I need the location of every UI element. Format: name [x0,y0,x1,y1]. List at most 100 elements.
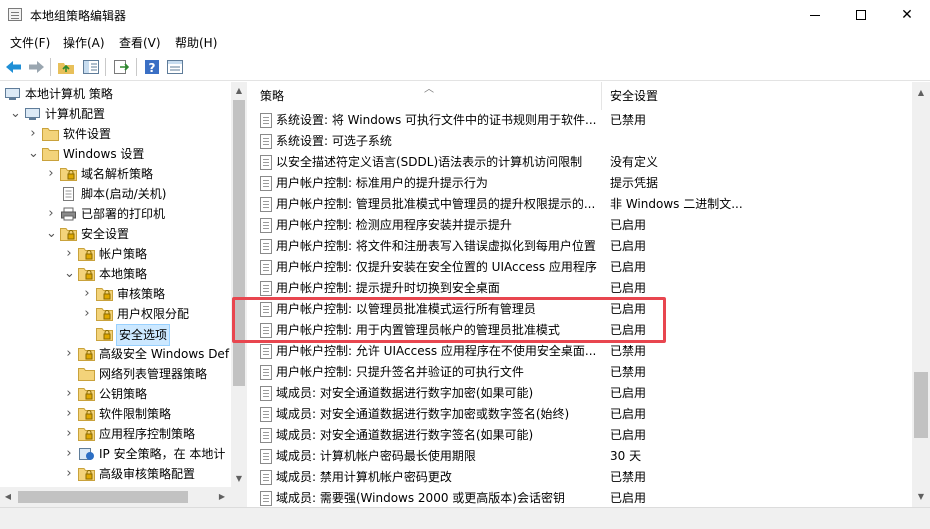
tree-item[interactable]: › IP 安全策略，在 本地计 [64,444,240,464]
policy-row[interactable]: 用户帐户控制: 管理员批准模式中管理员的提升权限提示的... 非 Windows … [252,194,914,215]
tree-item[interactable]: › 应用程序控制策略 [64,424,240,444]
collapse-chevron-icon[interactable]: ⌄ [10,104,21,124]
security-folder-icon [60,227,77,241]
properties-icon[interactable] [165,57,185,77]
policy-row[interactable]: 域成员: 对安全通道数据进行数字加密(如果可能) 已启用 [252,383,914,404]
scroll-down-arrow-icon[interactable]: ▼ [231,474,247,483]
tree-item[interactable]: › 审核策略 [82,284,240,304]
back-arrow-icon[interactable] [4,57,24,77]
tree-item[interactable]: ⌄ 计算机配置 [10,104,240,124]
policy-row[interactable]: 以安全描述符定义语言(SDDL)语法表示的计算机访问限制 没有定义 [252,152,914,173]
policy-setting: 已启用 [610,491,647,505]
column-header-policy[interactable]: ︿ 策略 [252,82,602,110]
policy-setting: 已启用 [610,386,647,400]
policy-row[interactable]: 系统设置: 将 Windows 可执行文件中的证书规则用于软件... 已禁用 [252,110,914,131]
policy-row[interactable]: 域成员: 对安全通道数据进行数字加密或数字签名(始终) 已启用 [252,404,914,425]
scroll-left-arrow-icon[interactable]: ◀ [0,492,16,501]
menu-view[interactable]: 查看(V) [119,34,161,51]
policy-setting: 非 Windows 二进制文... [610,197,743,211]
expand-chevron-icon[interactable]: › [82,304,92,324]
tree-horizontal-scroll-thumb[interactable] [18,491,188,503]
toolbar-separator [50,58,51,76]
expand-chevron-icon[interactable]: › [28,124,38,144]
tree-item[interactable]: 本地计算机 策略 [4,84,240,104]
minimize-button[interactable] [792,0,838,30]
scroll-down-arrow-icon[interactable]: ▼ [913,492,929,501]
expand-chevron-icon[interactable]: › [64,464,74,484]
expand-chevron-icon[interactable]: › [64,244,74,264]
policy-name: 用户帐户控制: 提示提升时切换到安全桌面 [276,281,500,295]
menu-help[interactable]: 帮助(H) [175,34,217,51]
policy-icon [260,407,272,422]
tree-item[interactable]: › 高级审核策略配置 [64,464,240,484]
show-hide-tree-icon[interactable] [81,57,101,77]
scroll-up-arrow-icon[interactable]: ▲ [231,86,247,95]
tree-item[interactable]: › 软件设置 [28,124,240,144]
expand-chevron-icon[interactable]: › [64,404,74,424]
tree-item[interactable]: › 域名解析策略 [46,164,240,184]
close-button[interactable]: ✕ [884,0,930,30]
tree-item[interactable]: › 用户权限分配 [82,304,240,324]
menu-action[interactable]: 操作(A) [63,34,105,51]
close-icon: ✕ [901,7,913,23]
console-tree[interactable]: 本地计算机 策略 ⌄ 计算机配置 › 软件设置 ⌄ Windows 设置 › 域名解析策略 脚本(… [0,82,247,507]
expand-chevron-icon[interactable]: › [46,204,56,224]
policy-row[interactable]: 系统设置: 可选子系统 [252,131,914,152]
security-folder-icon [78,467,95,481]
tree-item[interactable]: 脚本(启动/关机) [46,184,240,204]
scroll-up-arrow-icon[interactable]: ▲ [913,88,929,97]
tree-item[interactable]: ⌄ Windows 设置 [28,144,240,164]
tree-item[interactable]: › 公钥策略 [64,384,240,404]
tree-item[interactable]: › 已部署的打印机 [46,204,240,224]
policy-row[interactable]: 用户帐户控制: 允许 UIAccess 应用程序在不使用安全桌面... 已禁用 [252,341,914,362]
column-header-setting[interactable]: 安全设置 [602,82,912,110]
up-folder-icon[interactable] [56,57,76,77]
tree-item[interactable]: ⌄ 安全设置 [46,224,240,244]
scroll-right-arrow-icon[interactable]: ▶ [214,492,230,501]
policy-row[interactable]: 用户帐户控制: 提示提升时切换到安全桌面 已启用 [252,278,914,299]
security-folder-icon [78,407,95,421]
policy-row[interactable]: 用户帐户控制: 只提升签名并验证的可执行文件 已禁用 [252,362,914,383]
policy-row[interactable]: 域成员: 禁用计算机帐户密码更改 已禁用 [252,467,914,488]
expand-chevron-icon[interactable]: › [64,344,74,364]
expand-chevron-icon[interactable]: › [64,444,74,464]
expand-chevron-icon[interactable]: › [82,284,92,304]
tree-item[interactable]: ⌄ 本地策略 [64,264,240,284]
menu-file[interactable]: 文件(F) [10,34,50,51]
tree-item[interactable]: › 高级安全 Windows Def [64,344,240,364]
tree-vertical-scroll-thumb[interactable] [233,100,245,386]
tree-item[interactable]: 安全选项 [82,324,240,346]
expand-chevron-icon[interactable]: › [64,424,74,444]
collapse-chevron-icon[interactable]: ⌄ [46,224,57,244]
forward-arrow-icon[interactable] [26,57,46,77]
policy-row[interactable]: 用户帐户控制: 检测应用程序安装并提示提升 已启用 [252,215,914,236]
policy-row[interactable]: 用户帐户控制: 将文件和注册表写入错误虚拟化到每用户位置 已启用 [252,236,914,257]
expand-chevron-icon[interactable]: › [46,164,56,184]
policy-name: 用户帐户控制: 只提升签名并验证的可执行文件 [276,365,524,379]
policy-row[interactable]: 域成员: 需要强(Windows 2000 或更高版本)会话密钥 已启用 [252,488,914,507]
policy-row[interactable]: 域成员: 对安全通道数据进行数字签名(如果可能) 已启用 [252,425,914,446]
collapse-chevron-icon[interactable]: ⌄ [28,144,39,164]
tree-item-label: 软件限制策略 [99,407,172,421]
policy-row[interactable]: 域成员: 计算机帐户密码最长使用期限 30 天 [252,446,914,467]
tree-item[interactable]: › 帐户策略 [64,244,240,264]
policy-row[interactable]: 用户帐户控制: 仅提升安装在安全位置的 UIAccess 应用程序 已启用 [252,257,914,278]
export-list-icon[interactable] [111,57,131,77]
policy-row[interactable]: 用户帐户控制: 标准用户的提升提示行为 提示凭据 [252,173,914,194]
collapse-chevron-icon[interactable]: ⌄ [64,264,75,284]
policy-icon [260,449,272,464]
policy-icon [260,113,272,128]
policy-row[interactable]: 用户帐户控制: 用于内置管理员帐户的管理员批准模式 已启用 [252,320,914,341]
tree-item-label: 计算机配置 [45,107,106,121]
expand-chevron-icon[interactable]: › [64,384,74,404]
tree-item[interactable]: › 软件限制策略 [64,404,240,424]
help-icon[interactable]: ? [142,57,162,77]
tree-item[interactable]: 网络列表管理器策略 [64,364,240,384]
maximize-button[interactable] [838,0,884,30]
policy-setting: 已禁用 [610,470,647,484]
tree-item-label: 公钥策略 [99,387,148,401]
policy-row[interactable]: 用户帐户控制: 以管理员批准模式运行所有管理员 已启用 [252,299,914,320]
policy-vertical-scrollbar[interactable]: ▲ ▼ [912,82,930,507]
policy-vertical-scroll-thumb[interactable] [914,372,928,438]
security-folder-icon [96,287,113,301]
